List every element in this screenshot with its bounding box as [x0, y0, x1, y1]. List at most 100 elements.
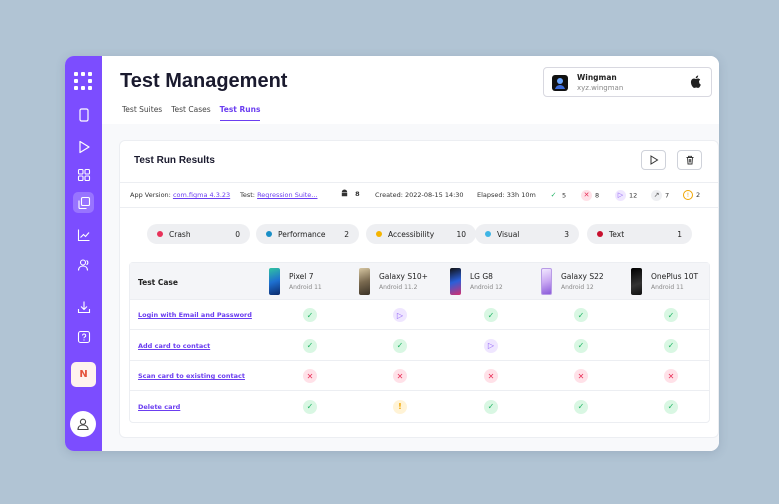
- cross-icon: ✕: [581, 190, 592, 201]
- status-warning-icon[interactable]: !: [393, 399, 407, 414]
- test-label: Test:: [240, 191, 255, 199]
- skipped-count: ↗ 7: [651, 190, 669, 201]
- failed-count: ✕ 8: [581, 190, 599, 201]
- copy-icon[interactable]: [73, 192, 94, 213]
- filter-count: 2: [344, 229, 349, 239]
- filter-visual[interactable]: Visual 3: [475, 224, 579, 244]
- filter-label: Text: [609, 229, 625, 239]
- filter-text[interactable]: Text 1: [587, 224, 692, 244]
- filter-label: Visual: [497, 229, 520, 239]
- status-running-icon[interactable]: ▷: [393, 308, 407, 322]
- device-os: Android 12: [470, 284, 503, 291]
- phone-image: [359, 268, 370, 295]
- status-pass-icon[interactable]: ✓: [664, 399, 678, 414]
- apple-icon: [690, 75, 701, 88]
- delete-button[interactable]: [677, 150, 702, 170]
- workspace-badge[interactable]: N: [71, 362, 96, 387]
- device-os: Android 11.2: [379, 284, 418, 291]
- users-icon[interactable]: [73, 254, 94, 275]
- filter-label: Accessibility: [388, 229, 435, 239]
- passed-count: ✓ 5: [548, 190, 567, 201]
- status-pass-icon[interactable]: ✓: [574, 308, 588, 322]
- mobile-icon[interactable]: [73, 104, 94, 125]
- android-count-value: 8: [355, 189, 360, 198]
- table-row: Add card to contact ✓ ✓ ▷ ✓ ✓: [130, 331, 709, 361]
- filter-count: 1: [677, 229, 682, 239]
- phone-image: [631, 268, 642, 295]
- filter-crash[interactable]: Crash 0: [147, 224, 250, 244]
- test-case-link[interactable]: Login with Email and Password: [138, 311, 252, 319]
- test-case-link[interactable]: Delete card: [138, 403, 180, 411]
- avatar[interactable]: [70, 411, 96, 437]
- test-suite-link[interactable]: Regression Suite...: [257, 191, 317, 199]
- test-case-link[interactable]: Add card to contact: [138, 342, 210, 350]
- table-row: Scan card to existing contact ✕ ✕ ✕ ✕ ✕: [130, 361, 709, 391]
- status-running-icon[interactable]: ▷: [484, 338, 498, 353]
- failed-count-value: 8: [595, 191, 600, 200]
- status-fail-icon[interactable]: ✕: [484, 369, 498, 383]
- status-fail-icon[interactable]: ✕: [574, 369, 588, 383]
- test-case-link[interactable]: Scan card to existing contact: [138, 372, 245, 380]
- filter-count: 0: [235, 229, 240, 239]
- chart-icon[interactable]: [73, 224, 94, 245]
- page-title: Test Management: [120, 70, 288, 92]
- status-fail-icon[interactable]: ✕: [303, 369, 317, 383]
- phone-image: [450, 268, 461, 295]
- status-fail-icon[interactable]: ✕: [393, 369, 407, 383]
- table-header: Test Case Pixel 7 Android 11 Galaxy S10+…: [130, 263, 709, 300]
- app-version: App Version: com.figma 4.3.23: [130, 191, 230, 199]
- android-icon: [341, 189, 348, 197]
- status-pass-icon[interactable]: ✓: [484, 308, 498, 322]
- user-icon: [77, 418, 89, 431]
- play-status-icon: ▷: [615, 190, 626, 201]
- status-pass-icon[interactable]: ✓: [303, 338, 317, 353]
- tab-test-runs[interactable]: Test Runs: [219, 105, 261, 121]
- app-version-link[interactable]: com.figma 4.3.23: [173, 191, 230, 199]
- status-fail-icon[interactable]: ✕: [664, 369, 678, 383]
- filter-accessibility[interactable]: Accessibility 10: [366, 224, 476, 244]
- status-pass-icon[interactable]: ✓: [303, 308, 317, 322]
- trash-icon: [686, 155, 693, 165]
- device-os: Android 11: [651, 284, 684, 291]
- status-pass-icon[interactable]: ✓: [484, 399, 498, 414]
- performance-dot: [266, 231, 272, 237]
- running-count: ▷ 12: [615, 190, 637, 201]
- app-selector-card[interactable]: Wingman xyz.wingman: [543, 67, 712, 97]
- warnings-count-value: 2: [696, 191, 701, 199]
- warnings-count: ! 2: [683, 190, 700, 200]
- main-content: Test Management Test Suites Test Cases T…: [102, 56, 719, 451]
- download-icon[interactable]: [73, 296, 94, 317]
- run-meta-row: App Version: com.figma 4.3.23 Test: Regr…: [120, 182, 719, 208]
- help-icon[interactable]: [73, 326, 94, 347]
- play-icon: [650, 155, 658, 165]
- status-pass-icon[interactable]: ✓: [393, 338, 407, 353]
- device-os: Android 11: [289, 284, 322, 291]
- grid-icon[interactable]: [73, 164, 94, 185]
- status-pass-icon[interactable]: ✓: [664, 338, 678, 353]
- app-name: Wingman: [577, 73, 617, 82]
- app-handle: xyz.wingman: [577, 84, 624, 92]
- app-avatar: [552, 75, 568, 91]
- test-case-header: Test Case: [138, 278, 178, 287]
- device-os: Android 12: [561, 284, 594, 291]
- table-row: Delete card ✓! ✓ ✓ ✓: [130, 392, 709, 422]
- passed-count-value: 5: [562, 191, 567, 200]
- sidebar: N: [65, 56, 102, 451]
- logo-grid-icon[interactable]: [74, 72, 93, 91]
- android-count: 8: [340, 189, 360, 198]
- tab-test-suites[interactable]: Test Suites: [122, 105, 162, 121]
- status-pass-icon[interactable]: ✓: [574, 399, 588, 414]
- play-icon[interactable]: [73, 136, 94, 157]
- results-card: Test Run Results App Version: com.figma …: [119, 140, 719, 438]
- running-count-value: 12: [629, 191, 638, 200]
- results-table: Test Case Pixel 7 Android 11 Galaxy S10+…: [129, 262, 710, 423]
- filter-performance[interactable]: Performance 2: [256, 224, 359, 244]
- status-pass-icon[interactable]: ✓: [574, 338, 588, 353]
- text-dot: [597, 231, 603, 237]
- skipped-count-value: 7: [665, 191, 670, 200]
- status-pass-icon[interactable]: ✓: [664, 308, 678, 322]
- tab-bar: Test Suites Test Cases Test Runs: [122, 105, 261, 121]
- tab-test-cases[interactable]: Test Cases: [171, 105, 210, 121]
- run-button[interactable]: [641, 150, 666, 170]
- status-pass-icon[interactable]: ✓: [303, 399, 317, 414]
